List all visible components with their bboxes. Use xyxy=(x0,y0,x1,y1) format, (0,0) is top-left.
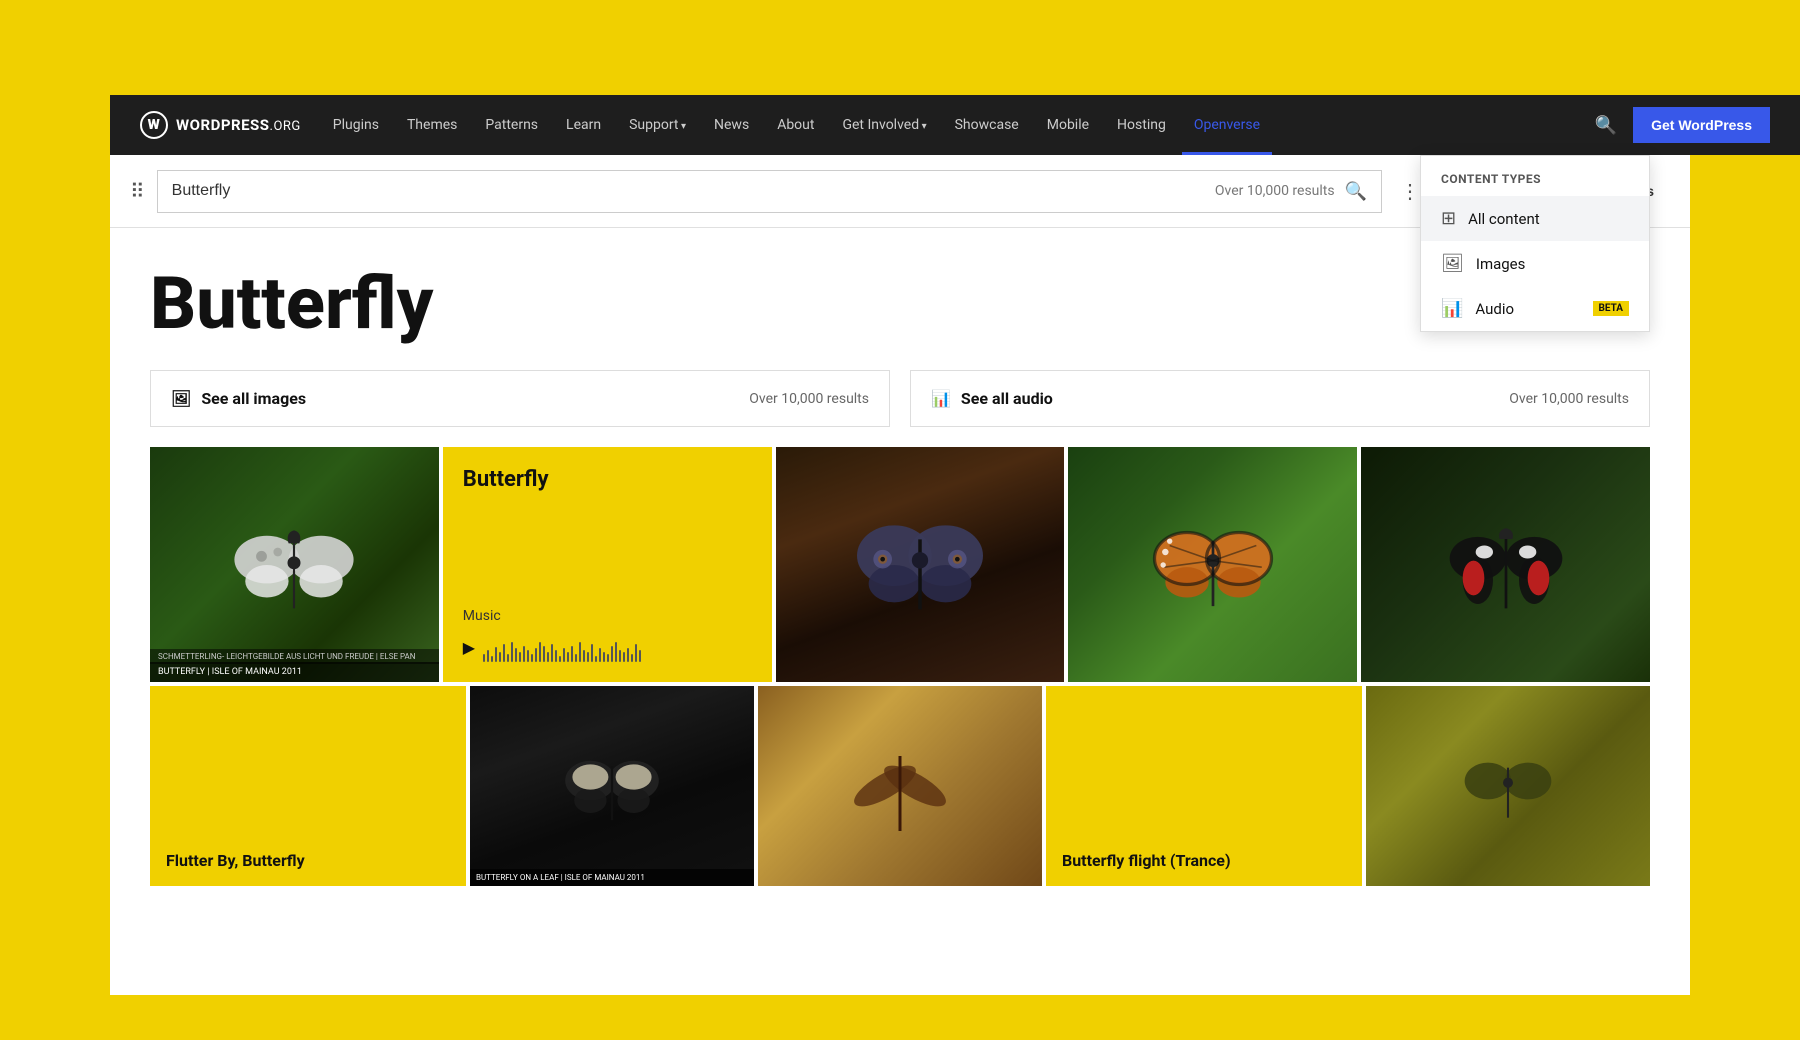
main-content-card: ⠿ Over 10,000 results 🔍 ⋮ ⊞ All content … xyxy=(110,95,1690,995)
bottom-item-last[interactable] xyxy=(1366,686,1650,886)
nav-link-about[interactable]: About xyxy=(765,109,826,141)
see-all-row: 🖼 See all images Over 10,000 results 📊 S… xyxy=(110,370,1690,447)
nav-link-mobile[interactable]: Mobile xyxy=(1035,109,1101,141)
bottom-butterfly-2 xyxy=(557,741,667,831)
see-all-audio-label: See all audio xyxy=(961,389,1053,408)
grid-item-1[interactable]: BUTTERFLY | ISLE OF MAINAU 2011 SCHMETTE… xyxy=(150,447,439,682)
search-input-wrapper: Over 10,000 results 🔍 xyxy=(157,170,1382,213)
all-content-option-label: All content xyxy=(1468,210,1540,228)
music-type: Music xyxy=(463,608,752,624)
music-card[interactable]: Butterfly Music ▶ xyxy=(443,447,772,682)
nav-link-hosting[interactable]: Hosting xyxy=(1105,109,1178,141)
nav-right-controls: 🔍 Get WordPress xyxy=(1595,107,1770,143)
play-button[interactable]: ▶ xyxy=(463,638,475,657)
content-type-dropdown: CONTENT TYPES ⊞ All content 🖼 Images 📊 A… xyxy=(1420,155,1650,332)
search-submit-icon[interactable]: 🔍 xyxy=(1345,181,1367,202)
dropdown-item-all-content[interactable]: ⊞ All content xyxy=(1421,196,1649,241)
butterfly-image-4 xyxy=(1148,510,1278,620)
audio-wave-icon: 📊 xyxy=(931,389,951,408)
trance-label: Butterfly flight (Trance) xyxy=(1062,851,1231,870)
beta-badge: BETA xyxy=(1593,301,1630,316)
audio-option-label: Audio xyxy=(1475,300,1514,318)
dropdown-item-audio[interactable]: 📊 Audio BETA xyxy=(1421,286,1649,331)
see-all-images-left: 🖼 See all images xyxy=(171,389,306,408)
waveform xyxy=(483,632,641,662)
bottom-item-trance[interactable]: Butterfly flight (Trance) xyxy=(1046,686,1362,886)
music-title: Butterfly xyxy=(463,467,752,492)
grid-menu-icon[interactable]: ⠿ xyxy=(130,179,145,203)
nav-link-learn[interactable]: Learn xyxy=(554,109,613,141)
search-results-count: Over 10,000 results xyxy=(1215,183,1335,199)
get-wordpress-button[interactable]: Get WordPress xyxy=(1633,107,1770,143)
nav-link-support[interactable]: Support xyxy=(617,109,698,141)
image-grid-row1: BUTTERFLY | ISLE OF MAINAU 2011 SCHMETTE… xyxy=(110,447,1690,682)
all-content-icon: ⊞ xyxy=(1441,208,1456,229)
nav-link-openverse[interactable]: Openverse xyxy=(1182,109,1272,141)
audio-icon: 📊 xyxy=(1441,298,1463,319)
wordpress-logo-icon: W xyxy=(140,111,168,139)
grid-item-3[interactable] xyxy=(776,447,1065,682)
wordpress-logo[interactable]: W WordPress.org xyxy=(140,111,301,139)
butterfly-image-3 xyxy=(850,505,990,625)
grid-item-4[interactable] xyxy=(1068,447,1357,682)
nav-link-themes[interactable]: Themes xyxy=(395,109,469,141)
bottom-item-leaf[interactable]: BUTTERFLY ON A LEAF | ISLE OF MAINAU 201… xyxy=(470,686,754,886)
nav-link-showcase[interactable]: Showcase xyxy=(943,109,1031,141)
nav-link-news[interactable]: News xyxy=(702,109,761,141)
image-1-overlay: BUTTERFLY | ISLE OF MAINAU 2011 xyxy=(150,662,439,682)
nav-link-get-involved[interactable]: Get Involved xyxy=(830,109,938,141)
flutter-label: Flutter By, Butterfly xyxy=(166,851,305,870)
images-option-label: Images xyxy=(1476,255,1526,273)
see-all-audio-left: 📊 See all audio xyxy=(931,389,1053,408)
dropdown-item-images[interactable]: 🖼 Images xyxy=(1421,241,1649,286)
music-player: ▶ xyxy=(463,632,752,662)
image-1-credit: SCHMETTERLING- LEICHTGEBILDE AUS LICHT U… xyxy=(150,649,439,664)
search-input[interactable] xyxy=(172,182,1215,200)
image-icon: 🖼 xyxy=(171,389,191,408)
dropdown-header: CONTENT TYPES xyxy=(1421,156,1649,196)
top-navigation: W WordPress.org Plugins Themes Patterns … xyxy=(110,95,1800,155)
bottom-butterfly-5 xyxy=(1458,741,1558,831)
bottom-item-flutter[interactable]: Flutter By, Butterfly xyxy=(150,686,466,886)
bottom-item-brown[interactable] xyxy=(758,686,1042,886)
bottom-item-leaf-overlay: BUTTERFLY ON A LEAF | ISLE OF MAINAU 201… xyxy=(470,869,754,886)
see-all-audio-card[interactable]: 📊 See all audio Over 10,000 results xyxy=(910,370,1650,427)
images-icon: 🖼 xyxy=(1441,253,1464,274)
nav-search-icon[interactable]: 🔍 xyxy=(1595,115,1617,136)
nav-link-plugins[interactable]: Plugins xyxy=(321,109,391,141)
see-all-images-label: See all images xyxy=(201,389,306,408)
images-count: Over 10,000 results xyxy=(749,391,869,407)
see-all-images-card[interactable]: 🖼 See all images Over 10,000 results xyxy=(150,370,890,427)
butterfly-image-1 xyxy=(229,510,359,620)
logo-text: WordPress.org xyxy=(176,116,301,134)
audio-count: Over 10,000 results xyxy=(1509,391,1629,407)
butterfly-image-5 xyxy=(1441,510,1571,620)
grid-item-5[interactable] xyxy=(1361,447,1650,682)
bottom-butterfly-3 xyxy=(840,736,960,836)
bottom-row: Flutter By, Butterfly BUTTERFLY O xyxy=(110,682,1690,886)
nav-link-patterns[interactable]: Patterns xyxy=(473,109,550,141)
nav-links: Plugins Themes Patterns Learn Support Ne… xyxy=(321,109,1595,141)
